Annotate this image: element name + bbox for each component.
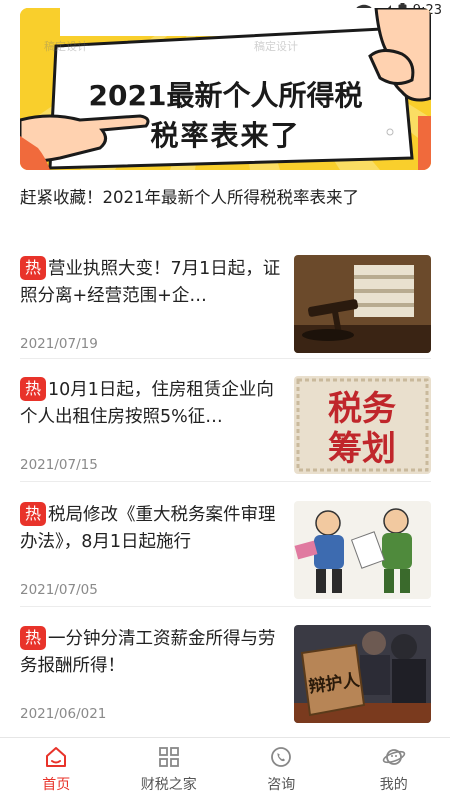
article-date: 2021/06/021 [20,706,107,722]
tab-label: 财税之家 [140,777,197,793]
article-title: 热税局修改《重大税务案件审理办法》，8月1日起施行 [20,502,276,552]
article-thumbnail: 税务 筹划 [294,376,431,474]
home-icon [46,747,67,767]
hot-badge: 热 [20,377,46,401]
gavel-books-image [294,255,431,353]
article-thumbnail [294,501,431,599]
tab-label: 我的 [379,777,408,793]
hot-badge: 热 [20,626,46,650]
article-date: 2021/07/05 [20,582,98,598]
phone-chat-icon [271,747,292,767]
divider [20,358,431,359]
defender-sign-image: 辩护人 [294,625,431,723]
banner-watermark-left: 稿定设计 [44,40,88,53]
two-men-cartoon-image [294,501,431,599]
grid-icon [158,747,179,767]
tab-home[interactable]: 首页 [0,738,113,800]
tax-planning-image: 税务 筹划 [294,376,431,474]
article-item[interactable]: 热 10月1日起，住房租赁企业向个人出租住房按照5%征… 2021/07/15 税… [20,376,431,487]
article-date: 2021/07/19 [20,336,98,352]
thumb-text-bottom: 筹划 [328,429,396,469]
banner-title-line2: 税率表来了 [150,119,301,152]
article-item[interactable]: 热营业执照大变！7月1日起，证照分离+经营范围+企… 2021/07/19 [20,255,431,366]
hot-badge: 热 [20,502,46,526]
tab-label: 首页 [42,777,71,793]
article-title: 热营业执照大变！7月1日起，证照分离+经营范围+企… [20,256,281,306]
thumb-text-top: 税务 [328,389,396,429]
bottom-tab-bar: 首页 财税之家 咨询 我的 [0,737,450,800]
tab-label: 咨询 [267,777,296,793]
article-item[interactable]: 热一分钟分清工资薪金所得与劳务报酬所得！ 2021/06/021 辩护人 [20,625,431,736]
divider [20,606,431,607]
article-item[interactable]: 热税局修改《重大税务案件审理办法》，8月1日起施行 2021/07/05 [20,501,431,612]
article-date: 2021/07/15 [20,457,98,473]
banner-headline[interactable]: 赶紧收藏！2021年最新个人所得税税率表来了 [20,184,359,208]
banner-watermark-right: 稿定设计 [254,40,298,53]
article-title: 热 10月1日起，住房租赁企业向个人出租住房按照5%征… [20,377,274,427]
hot-badge: 热 [20,256,46,280]
article-thumbnail: 辩护人 [294,625,431,723]
tab-mine[interactable]: 我的 [338,738,450,800]
article-thumbnail [294,255,431,353]
banner-title-line1: 2021最新个人所得税 [88,79,363,112]
article-title: 热一分钟分清工资薪金所得与劳务报酬所得！ [20,626,276,676]
tab-finance-home[interactable]: 财税之家 [113,738,226,800]
divider [20,481,431,482]
tab-consult[interactable]: 咨询 [225,738,338,800]
planet-icon [382,749,405,765]
banner-carousel[interactable]: 稿定设计 稿定设计 2021最新个人所得税 税率表来了 [20,8,431,170]
